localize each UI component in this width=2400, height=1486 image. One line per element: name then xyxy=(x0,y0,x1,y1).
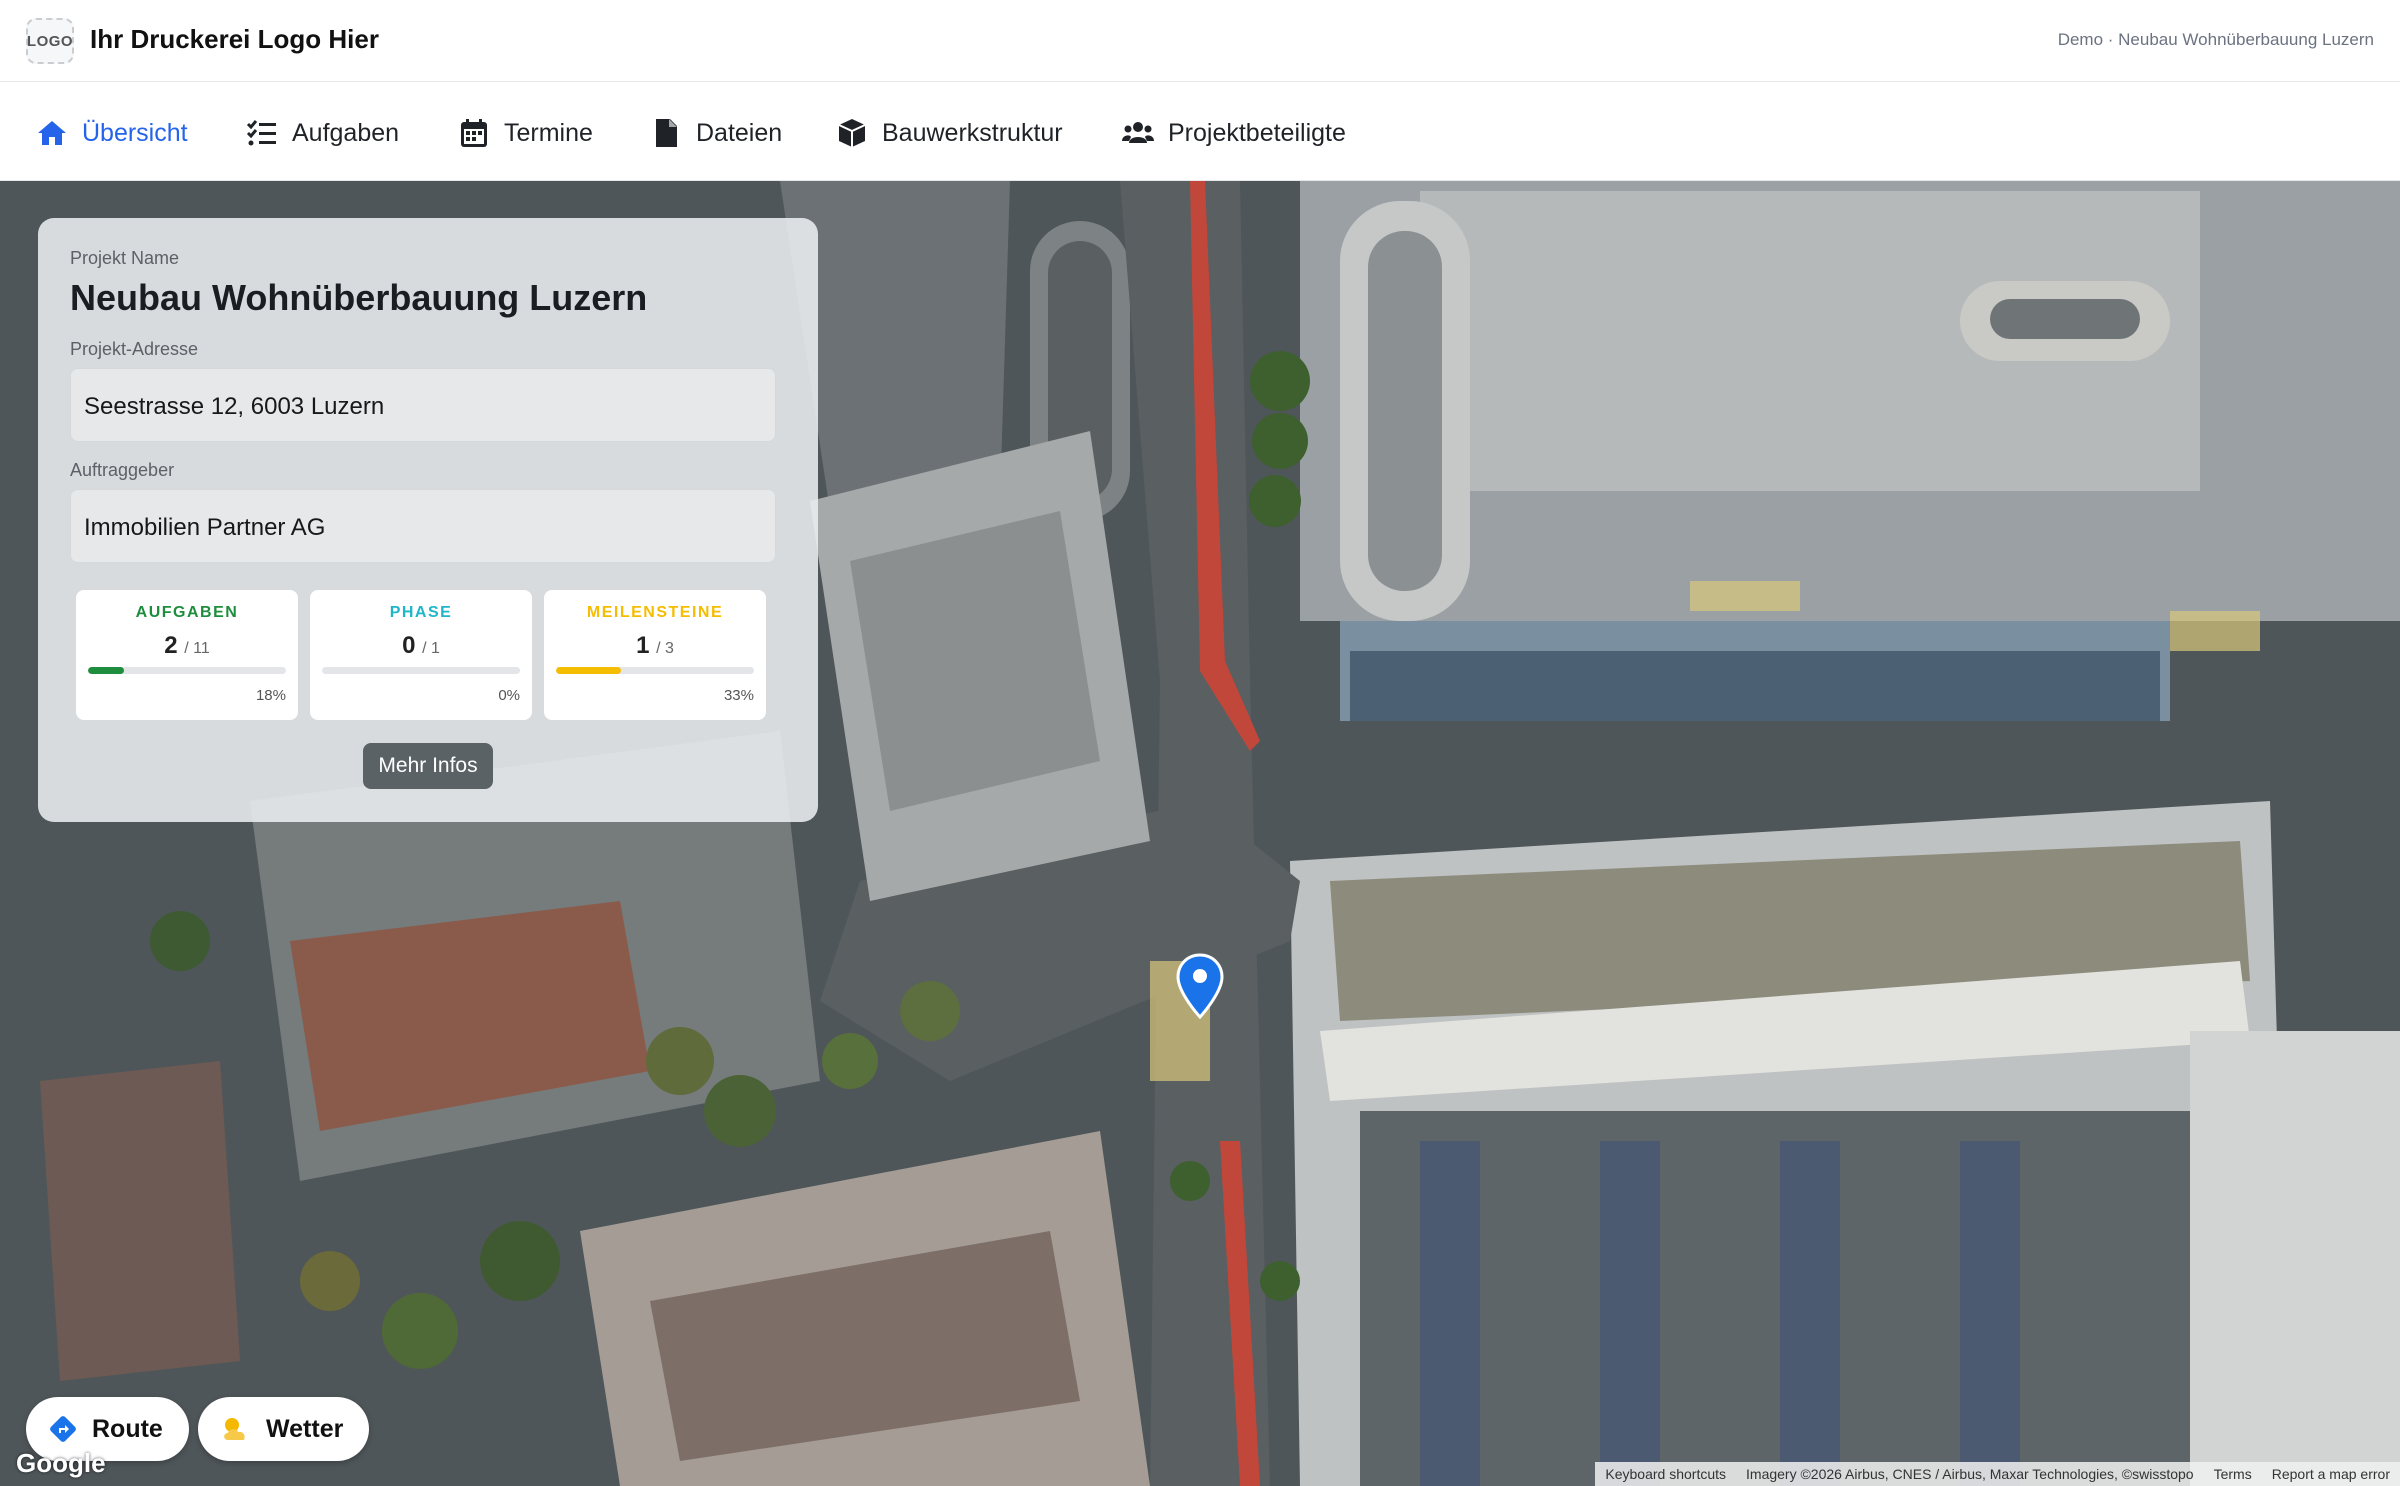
home-icon xyxy=(38,121,66,145)
stat-title: AUFGABEN xyxy=(135,604,239,621)
main-nav: Übersicht Aufgaben Termine Dateien Bauwe… xyxy=(0,83,2400,181)
weather-label: Wetter xyxy=(266,1414,344,1443)
route-label: Route xyxy=(92,1414,163,1443)
tab-label: Bauwerkstruktur xyxy=(882,118,1063,147)
tab-label: Aufgaben xyxy=(292,118,400,147)
stat-value: 0 / 1 xyxy=(402,632,440,659)
tab-aufgaben[interactable]: Aufgaben xyxy=(246,113,399,153)
stat-phase: PHASE 0 / 1 0% xyxy=(310,590,532,720)
project-context: Demo · Neubau Wohnüberbauung Luzern xyxy=(2057,30,2374,49)
stat-title: PHASE xyxy=(389,604,453,621)
progress-stats: AUFGABEN 2 / 11 18% PHASE 0 / 1 0% MEILE… xyxy=(76,590,776,720)
file-icon xyxy=(656,119,677,147)
tab-bauwerkstruktur[interactable]: Bauwerkstruktur xyxy=(836,113,1063,153)
progress-bar xyxy=(556,667,754,674)
calendar-icon xyxy=(461,119,487,147)
tab-termine[interactable]: Termine xyxy=(458,113,593,153)
stat-meilensteine: MEILENSTEINE 1 / 3 33% xyxy=(544,590,766,720)
weather-sun-cloud-icon xyxy=(224,1418,245,1440)
tab-label: Dateien xyxy=(696,118,783,147)
terms-link[interactable]: Terms xyxy=(2204,1466,2262,1482)
client-label: Auftraggeber xyxy=(70,460,175,480)
project-address-label: Projekt-Adresse xyxy=(70,339,199,359)
google-logo: Google xyxy=(16,1448,106,1478)
cube-icon xyxy=(838,119,866,147)
weather-button[interactable]: Wetter xyxy=(198,1397,370,1461)
tab-dateien[interactable]: Dateien xyxy=(650,113,782,153)
directions-icon xyxy=(50,1416,76,1442)
stat-value: 2 / 11 xyxy=(164,632,210,659)
map-attribution: Keyboard shortcuts Imagery ©2026 Airbus,… xyxy=(1595,1462,2400,1486)
stat-title: MEILENSTEINE xyxy=(586,604,724,621)
location-pin-icon[interactable] xyxy=(1176,953,1224,1019)
progress-bar xyxy=(322,667,520,674)
app-header: LOGO Ihr Druckerei Logo Hier Demo · Neub… xyxy=(0,0,2400,82)
tab-label: Termine xyxy=(504,118,593,147)
more-info-button[interactable]: Mehr Infos xyxy=(363,743,493,789)
report-map-error-link[interactable]: Report a map error xyxy=(2262,1466,2400,1482)
tab-label: Übersicht xyxy=(82,118,188,147)
tab-projektbeteiligte[interactable]: Projektbeteiligte xyxy=(1122,113,1346,153)
stat-percent: 33% xyxy=(723,687,754,704)
stat-percent: 18% xyxy=(255,687,286,704)
task-list-icon xyxy=(246,120,276,146)
keyboard-shortcuts-link[interactable]: Keyboard shortcuts xyxy=(1595,1466,1736,1482)
stat-aufgaben: AUFGABEN 2 / 11 18% xyxy=(76,590,298,720)
brand-title: Ihr Druckerei Logo Hier xyxy=(90,24,379,54)
tab-label: Projektbeteiligte xyxy=(1168,118,1346,147)
stat-value: 1 / 3 xyxy=(636,632,674,659)
client-field[interactable]: Immobilien Partner AG xyxy=(70,489,776,563)
project-address-field[interactable]: Seestrasse 12, 6003 Luzern xyxy=(70,368,776,442)
users-icon xyxy=(1122,122,1154,143)
logo-placeholder: LOGO xyxy=(26,18,74,64)
project-name-label: Projekt Name xyxy=(70,248,180,268)
stat-percent: 0% xyxy=(498,687,520,704)
imagery-credit: Imagery ©2026 Airbus, CNES / Airbus, Max… xyxy=(1746,1466,2194,1482)
tab-uebersicht[interactable]: Übersicht xyxy=(36,113,188,153)
project-info-card: Projekt Name Neubau Wohnüberbauung Luzer… xyxy=(38,218,818,822)
project-name: Neubau Wohnüberbauung Luzern xyxy=(70,277,648,318)
progress-bar xyxy=(88,667,286,674)
